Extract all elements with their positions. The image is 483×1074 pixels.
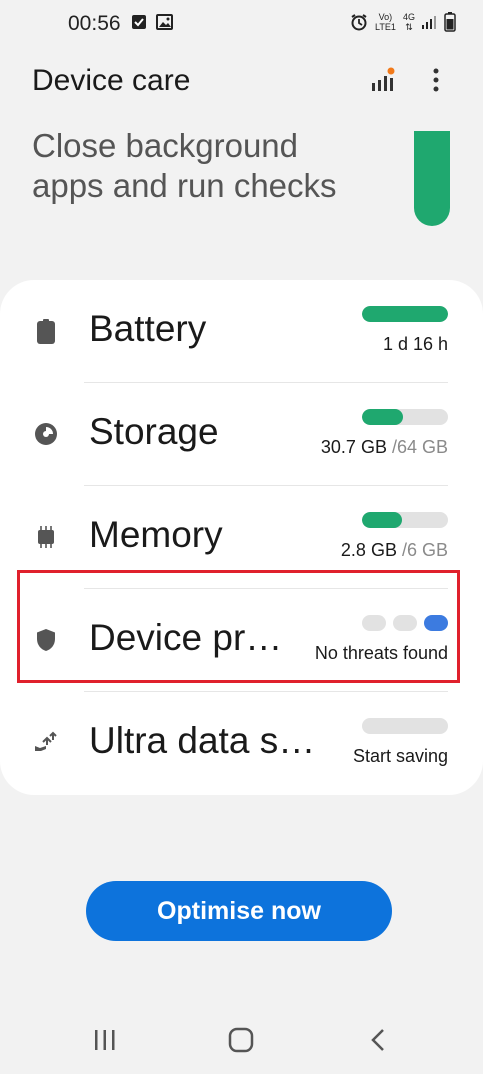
- optimise-now-button[interactable]: Optimise now: [86, 881, 392, 941]
- data-arrows-icon: ⇅: [405, 22, 413, 32]
- home-icon: [228, 1027, 254, 1058]
- storage-pie-icon: [32, 420, 60, 448]
- volte-label: Vo): [378, 12, 393, 22]
- back-button[interactable]: [348, 1020, 408, 1064]
- memory-value: 2.8 GB /6 GB: [341, 540, 448, 561]
- storage-used: 30.7 GB: [320, 437, 387, 457]
- data-saving-meter: [362, 718, 448, 734]
- network-type-label: 4G: [403, 12, 416, 22]
- status-bar: 00:56 Vo) LTE1 4G ⇅: [0, 0, 483, 48]
- battery-label: Battery: [89, 308, 207, 349]
- network-indicator: 4G ⇅: [403, 12, 415, 32]
- memory-meter-fill: [362, 512, 403, 528]
- device-care-card: Battery 1 d 16 h Storage 30.7 GB /64 GB …: [0, 280, 483, 795]
- ultra-data-saving-label: Ultra data s…: [89, 720, 316, 761]
- battery-value: 1 d 16 h: [383, 334, 448, 355]
- status-time: 00:56: [68, 12, 121, 35]
- data-saving-status: Start saving: [352, 746, 448, 766]
- memory-label: Memory: [89, 514, 223, 555]
- hero-line-1: Close background: [32, 127, 298, 164]
- memory-used: 2.8 GB: [340, 540, 397, 560]
- list-item-ultra-data-saving[interactable]: Ultra data s… Start saving: [0, 692, 483, 795]
- recents-icon: [93, 1029, 117, 1056]
- volte-indicator: Vo) LTE1: [375, 12, 396, 32]
- more-options-button[interactable]: [416, 62, 456, 102]
- list-item-storage[interactable]: Storage 30.7 GB /64 GB: [0, 383, 483, 486]
- diagnostics-button[interactable]: [362, 62, 402, 102]
- battery-icon: [32, 317, 60, 345]
- checkbox-notification-icon: [131, 14, 147, 35]
- image-notification-icon: [156, 14, 173, 35]
- battery-meter-fill: [362, 306, 448, 322]
- list-item-battery[interactable]: Battery 1 d 16 h: [0, 280, 483, 383]
- battery-value-text: 1 d 16 h: [382, 334, 448, 354]
- recents-button[interactable]: [75, 1020, 135, 1064]
- alarm-icon: [350, 13, 368, 36]
- battery-meter: [362, 306, 448, 322]
- storage-total: /64 GB: [391, 437, 448, 457]
- lte-label: LTE1: [375, 22, 396, 32]
- battery-status-icon: [444, 12, 456, 37]
- page-title: Device care: [32, 64, 191, 97]
- highlight-box: [17, 570, 460, 683]
- status-gauge: [414, 131, 450, 226]
- memory-meter: [362, 512, 448, 528]
- storage-meter-fill: [362, 409, 404, 425]
- hero-message: Close background apps and run checks: [32, 126, 392, 206]
- storage-value: 30.7 GB /64 GB: [321, 437, 448, 458]
- more-vert-icon: [433, 68, 439, 97]
- chip-icon: [32, 523, 60, 551]
- hero-line-2: apps and run checks: [32, 167, 337, 204]
- home-button[interactable]: [211, 1020, 271, 1064]
- back-icon: [370, 1028, 386, 1057]
- memory-total: /6 GB: [401, 540, 448, 560]
- storage-meter: [362, 409, 448, 425]
- storage-label: Storage: [89, 411, 219, 452]
- data-saver-icon: [32, 729, 60, 757]
- signal-strength-icon: [421, 14, 437, 35]
- signal-bars-icon: [369, 67, 395, 98]
